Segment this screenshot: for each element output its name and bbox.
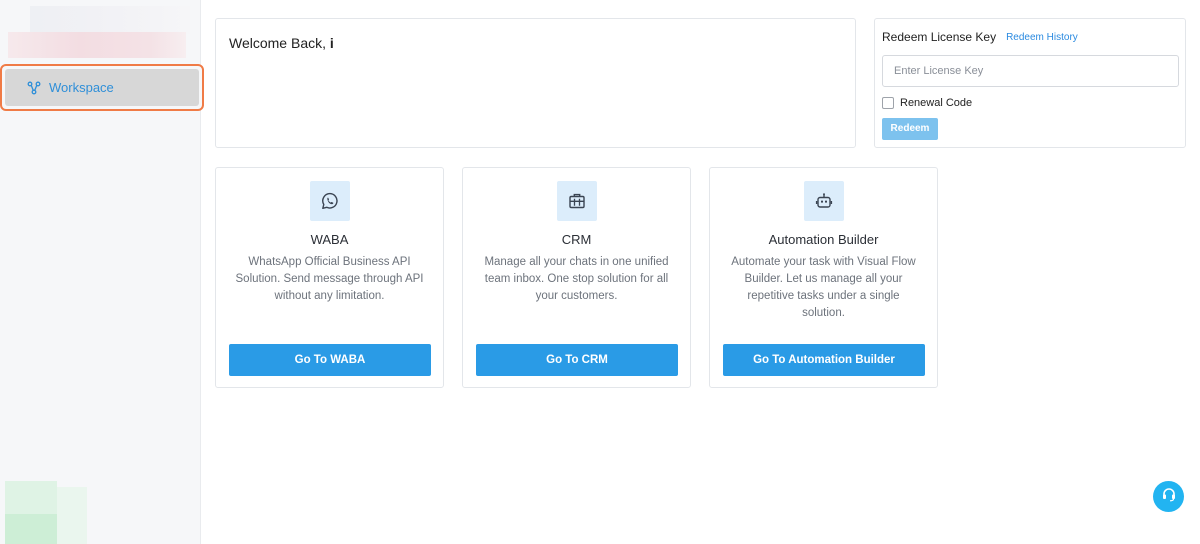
- welcome-card: Welcome Back, i: [215, 18, 856, 148]
- robot-icon: [804, 181, 844, 221]
- sidebar: Workspace: [0, 0, 204, 544]
- user-area-blurred: [5, 481, 87, 544]
- support-chat-button[interactable]: [1153, 481, 1184, 512]
- card-description: Automate your task with Visual Flow Buil…: [731, 256, 916, 319]
- license-key-input[interactable]: [882, 55, 1179, 87]
- redeem-card: Redeem License Key Redeem History Renewa…: [874, 18, 1186, 148]
- redeem-button[interactable]: Redeem: [882, 118, 938, 140]
- go-to-waba-button[interactable]: Go To WABA: [229, 344, 431, 376]
- headset-icon: [1161, 486, 1177, 507]
- automation-builder-card: Automation Builder Automate your task wi…: [709, 167, 938, 388]
- card-title: CRM: [561, 232, 592, 247]
- card-title: Automation Builder: [768, 232, 879, 247]
- redeem-title: Redeem License Key: [882, 30, 997, 44]
- welcome-title: Welcome Back, i: [229, 35, 842, 51]
- renewal-code-label: Renewal Code: [900, 97, 973, 109]
- sidebar-item-workspace[interactable]: Workspace: [0, 64, 204, 111]
- redeem-history-link[interactable]: Redeem History: [1006, 32, 1078, 43]
- crm-card: CRM Manage all your chats in one unified…: [462, 167, 691, 388]
- card-title: WABA: [310, 232, 349, 247]
- go-to-automation-builder-button[interactable]: Go To Automation Builder: [723, 344, 925, 376]
- card-description: Manage all your chats in one unified tea…: [484, 256, 669, 302]
- sidebar-item-label: Workspace: [49, 80, 114, 95]
- welcome-greeting: Welcome Back,: [229, 35, 326, 51]
- workspace-icon: [27, 81, 41, 95]
- logo-blurred: [6, 6, 190, 58]
- renewal-code-checkbox[interactable]: [882, 97, 894, 109]
- go-to-crm-button[interactable]: Go To CRM: [476, 344, 678, 376]
- welcome-user-name: i: [329, 35, 334, 51]
- waba-card: WABA WhatsApp Official Business API Solu…: [215, 167, 444, 388]
- card-description: WhatsApp Official Business API Solution.…: [235, 256, 424, 302]
- whatsapp-icon: [310, 181, 350, 221]
- crm-icon: [557, 181, 597, 221]
